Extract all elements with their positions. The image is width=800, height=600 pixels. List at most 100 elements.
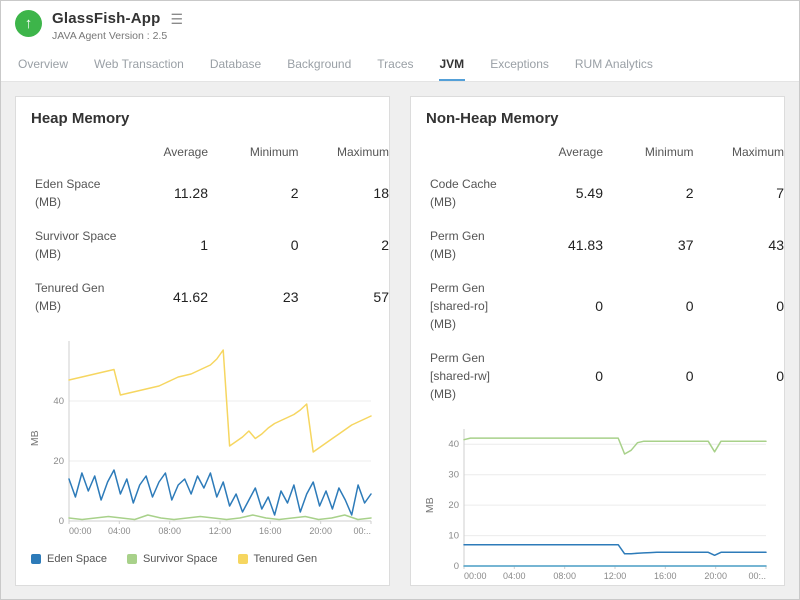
max-value: 57 [303,271,391,323]
svg-text:0: 0 [454,561,459,572]
table-row: Survivor Space (MB) 1 0 2 [31,219,390,271]
row-label: Tenured Gen (MB) [31,271,122,323]
legend-label: Eden Space [47,553,107,565]
min-value: 2 [607,167,698,219]
panel-title: Non-Heap Memory [426,110,784,127]
svg-text:08:00: 08:00 [553,571,576,581]
svg-text:20:00: 20:00 [704,571,727,581]
table-row: Perm Gen [shared-rw] (MB) 0 0 0 [426,341,785,411]
table-row: Perm Gen [shared-ro] (MB) 0 0 0 [426,271,785,341]
col-maximum: Maximum [698,137,786,167]
non-heap-memory-chart: MB 01020304000:0004:0008:0012:0016:0020:… [426,421,784,586]
svg-text:00:..: 00:.. [748,571,766,581]
svg-text:30: 30 [448,470,459,481]
y-axis-label: MB [29,430,41,446]
max-value: 2 [303,219,391,271]
app-title: GlassFish-App [52,10,160,27]
svg-text:0: 0 [59,516,64,527]
legend-item-survivor-space[interactable]: Survivor Space [127,553,218,565]
svg-text:20: 20 [448,500,459,511]
avg-value: 41.83 [517,219,608,271]
svg-text:04:00: 04:00 [108,526,131,536]
svg-text:40: 40 [448,439,459,450]
app-window: ↑ GlassFish-App ☰ JAVA Agent Version : 2… [0,0,800,600]
svg-text:04:00: 04:00 [503,571,526,581]
hamburger-menu-icon[interactable]: ☰ [170,12,183,26]
table-header-row: Average Minimum Maximum [31,137,390,167]
row-label: Perm Gen [shared-rw] (MB) [426,341,517,411]
non-heap-memory-panel: Non-Heap Memory Average Minimum Maximum … [410,96,785,586]
max-value: 18 [303,167,391,219]
heap-memory-chart: MB 0 20 40 00:00 04:00 08:00 12:00 16:00 20:00 00… [31,333,389,541]
tab-rum-analytics[interactable]: RUM Analytics [574,49,654,81]
heap-chart-legend: Eden Space Survivor Space Tenured Gen [31,553,389,565]
row-label: Perm Gen (MB) [426,219,517,271]
avg-value: 11.28 [122,167,213,219]
row-label: Survivor Space (MB) [31,219,122,271]
table-row: Perm Gen (MB) 41.83 37 43 [426,219,785,271]
svg-text:16:00: 16:00 [259,526,282,536]
panel-title: Heap Memory [31,110,389,127]
col-minimum: Minimum [607,137,698,167]
tab-jvm[interactable]: JVM [439,49,466,81]
svg-text:12:00: 12:00 [209,526,232,536]
agent-version-label: JAVA Agent Version : 2.5 [52,30,183,42]
y-axis-label: MB [424,497,436,513]
tab-overview[interactable]: Overview [17,49,69,81]
non-heap-memory-line-chart: 01020304000:0004:0008:0012:0016:0020:000… [436,421,776,586]
tab-exceptions[interactable]: Exceptions [489,49,550,81]
avg-value: 0 [517,271,608,341]
min-value: 2 [212,167,303,219]
tab-web-transaction[interactable]: Web Transaction [93,49,185,81]
dashboard-content: Heap Memory Average Minimum Maximum Eden… [1,82,799,600]
tab-background[interactable]: Background [286,49,352,81]
table-row: Eden Space (MB) 11.28 2 18 [31,167,390,219]
avg-value: 41.62 [122,271,213,323]
legend-item-tenured-gen[interactable]: Tenured Gen [238,553,318,565]
tab-traces[interactable]: Traces [376,49,414,81]
min-value: 0 [212,219,303,271]
svg-text:12:00: 12:00 [604,571,627,581]
svg-text:08:00: 08:00 [158,526,181,536]
svg-text:20: 20 [53,456,64,467]
max-value: 0 [698,271,786,341]
tab-database[interactable]: Database [209,49,262,81]
nav-tabs: Overview Web Transaction Database Backgr… [1,49,799,82]
min-value: 0 [607,271,698,341]
app-title-block: GlassFish-App ☰ JAVA Agent Version : 2.5 [52,10,183,42]
min-value: 23 [212,271,303,323]
non-heap-stats-table: Average Minimum Maximum Code Cache (MB) … [426,137,785,411]
max-value: 7 [698,167,786,219]
legend-label: Tenured Gen [254,553,318,565]
row-label: Code Cache (MB) [426,167,517,219]
max-value: 0 [698,341,786,411]
avg-value: 5.49 [517,167,608,219]
svg-text:20:00: 20:00 [309,526,332,536]
row-label: Eden Space (MB) [31,167,122,219]
svg-text:00:..: 00:.. [353,526,371,536]
table-header-row: Average Minimum Maximum [426,137,785,167]
table-row: Code Cache (MB) 5.49 2 7 [426,167,785,219]
app-header: ↑ GlassFish-App ☰ JAVA Agent Version : 2… [1,1,799,49]
legend-swatch [31,554,41,564]
table-row: Tenured Gen (MB) 41.62 23 57 [31,271,390,323]
legend-label: Survivor Space [143,553,218,565]
app-health-icon: ↑ [15,10,42,37]
heap-memory-panel: Heap Memory Average Minimum Maximum Eden… [15,96,390,586]
legend-swatch [238,554,248,564]
legend-swatch [127,554,137,564]
col-average: Average [517,137,608,167]
avg-value: 0 [517,341,608,411]
svg-text:00:00: 00:00 [69,526,92,536]
svg-text:40: 40 [53,396,64,407]
heap-stats-table: Average Minimum Maximum Eden Space (MB) … [31,137,390,323]
min-value: 37 [607,219,698,271]
legend-item-eden-space[interactable]: Eden Space [31,553,107,565]
row-label: Perm Gen [shared-ro] (MB) [426,271,517,341]
heap-memory-line-chart: 0 20 40 00:00 04:00 08:00 12:00 16:00 20:00 00:.. [41,333,381,541]
col-average: Average [122,137,213,167]
col-maximum: Maximum [303,137,391,167]
max-value: 43 [698,219,786,271]
avg-value: 1 [122,219,213,271]
arrow-up-icon: ↑ [25,15,33,32]
